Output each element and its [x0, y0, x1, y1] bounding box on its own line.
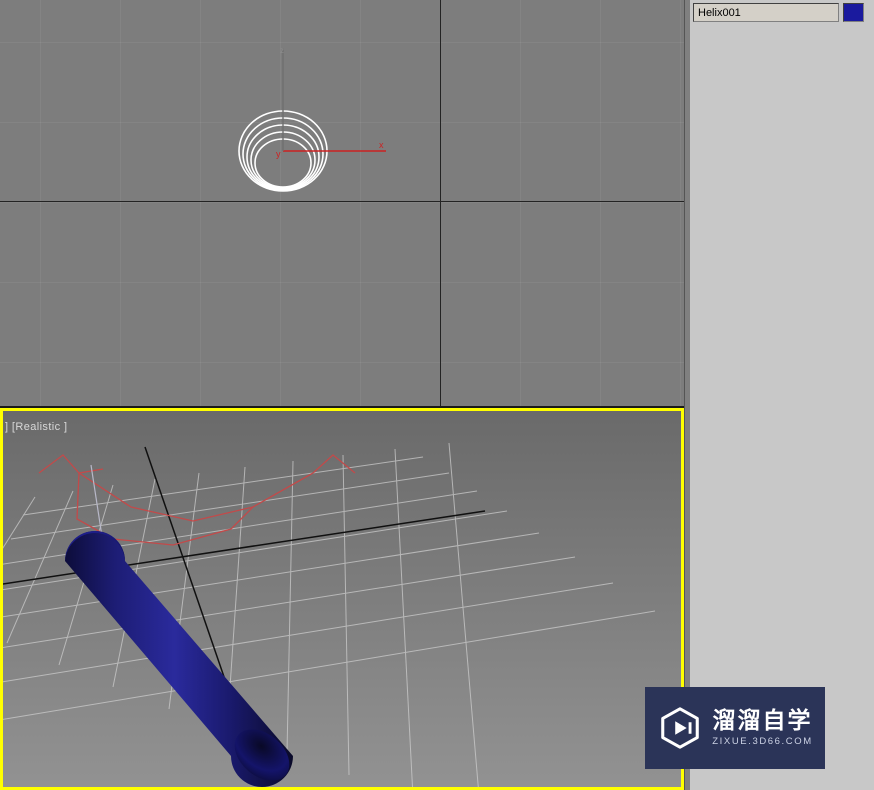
object-color-swatch[interactable] [843, 3, 864, 22]
top-orthographic-viewport[interactable]: x y z [0, 0, 684, 408]
perspective-viewport-canvas [3, 411, 681, 787]
svg-text:z: z [280, 46, 284, 55]
viewport-label: ] [Realistic ] [5, 421, 68, 433]
svg-text:y: y [276, 149, 281, 159]
watermark-chinese: 溜溜自学 [712, 707, 813, 734]
svg-text:x: x [379, 140, 384, 150]
watermark-logo: 溜溜自学 ZIXUE.3D66.COM [645, 687, 825, 769]
perspective-scene [3, 411, 681, 787]
viewport-area: x y z] [Realistic] 溜溜自学 ZIXUE.3D66.COM [0, 0, 825, 790]
watermark-english: ZIXUE.3D66.COM [712, 736, 813, 748]
play-logo-icon [661, 707, 700, 749]
watermark-text: 溜溜自学 ZIXUE.3D66.COM [712, 709, 813, 747]
helix-shape: x y z [238, 46, 386, 192]
perspective-viewport[interactable]: ] [Realistic ] [0, 408, 684, 790]
object-name-input[interactable]: Helix001 [693, 3, 839, 22]
3dsmax-window: x y z] [Realistic] 溜溜自学 ZIXUE.3D66.COM… [0, 0, 874, 790]
object-name-row: Helix001 [693, 3, 864, 22]
command-panel: Helix001 Modifier List Edit Poly Extrude… [690, 0, 874, 790]
